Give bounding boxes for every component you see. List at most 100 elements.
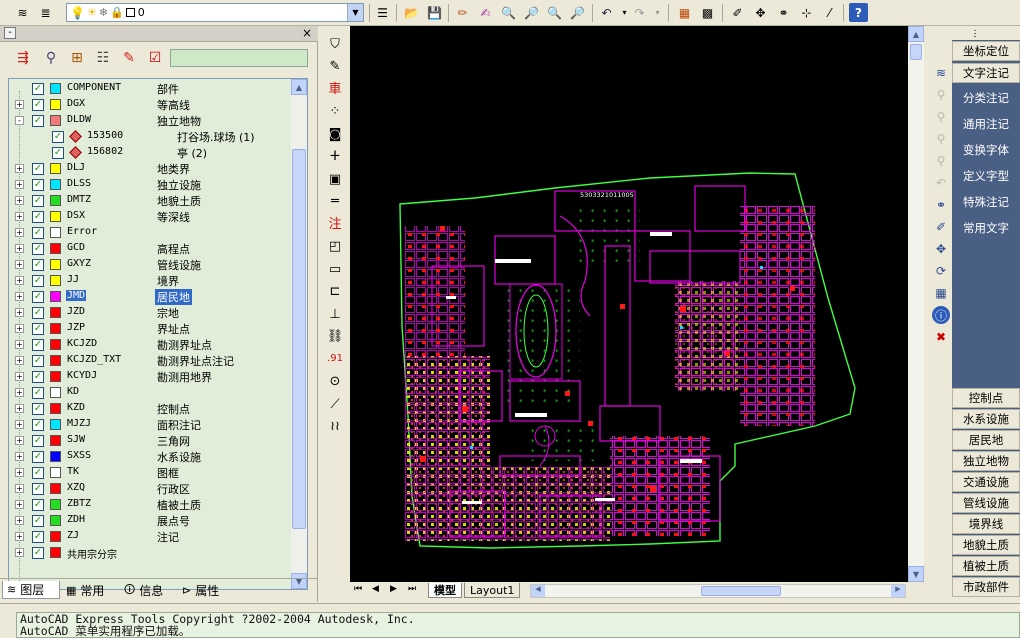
properties-icon[interactable]: ☰ [373, 3, 392, 22]
fence-icon[interactable]: ⊥ [325, 304, 345, 324]
image-icon[interactable]: ▣ [325, 169, 345, 189]
scroll-right-icon[interactable]: ▶ [891, 585, 905, 597]
save-icon[interactable]: 💾 [425, 3, 444, 22]
last-tab-icon[interactable]: ⏭ [408, 584, 416, 594]
zoom-window-icon[interactable]: 🔎 [522, 3, 541, 22]
feature-button-8[interactable]: 植被土质 [952, 556, 1020, 576]
layer-row[interactable]: + ✓ 共用宗分宗 [9, 545, 299, 561]
expand-icon[interactable]: + [15, 276, 24, 285]
layer-row[interactable]: + ✓ DGX 等高线 [9, 97, 299, 113]
layer-row[interactable]: + ✓ GXYZ 管线设施 [9, 257, 299, 273]
layer-row[interactable]: ✓ 153500 打谷场.球场 (1) [9, 129, 299, 145]
expand-icon[interactable]: + [15, 436, 24, 445]
layer-row[interactable]: + ✓ GCD 高程点 [9, 241, 299, 257]
expand-icon[interactable]: + [15, 532, 24, 541]
layer-row[interactable]: + ✓ DSX 等深线 [9, 209, 299, 225]
brush-icon[interactable]: ✍ [476, 3, 495, 22]
layer-visibility-checkbox[interactable]: ✓ [32, 435, 44, 447]
zoom-icon[interactable]: ⚲ [932, 86, 950, 104]
table-icon[interactable]: ▦ [675, 3, 694, 22]
table-icon[interactable]: ▦ [932, 284, 950, 302]
layer-row[interactable]: + ✓ ZJ 注记 [9, 529, 299, 545]
annotation-icon[interactable]: 注 [325, 214, 345, 234]
chevron-down-icon[interactable]: ▼ [347, 4, 363, 21]
elevation-icon[interactable]: .91 [325, 349, 345, 369]
expand-icon[interactable]: + [15, 500, 24, 509]
layer-visibility-checkbox[interactable]: ✓ [32, 419, 44, 431]
layer-visibility-checkbox[interactable]: ✓ [32, 243, 44, 255]
annotation-button-7[interactable]: 常用文字 [952, 218, 1020, 238]
edit-icon[interactable]: ✐ [728, 3, 747, 22]
annotation-button-0[interactable]: 坐标定位 [952, 41, 1020, 61]
expand-icon[interactable]: + [15, 452, 24, 461]
open-icon[interactable]: 📂 [402, 3, 421, 22]
layer-visibility-checkbox[interactable]: ✓ [32, 371, 44, 383]
bridge-icon[interactable]: ⛓ [325, 327, 345, 347]
expand-icon[interactable]: + [15, 516, 24, 525]
info-icon[interactable]: ⓘ [932, 306, 950, 324]
layer-visibility-checkbox[interactable]: ✓ [32, 83, 44, 95]
zoom-icon[interactable]: ⚲ [932, 152, 950, 170]
layer-row[interactable]: + ✓ DLSS 独立设施 [9, 177, 299, 193]
zoom-extents-icon[interactable]: 🔎 [568, 3, 587, 22]
scroll-up-icon[interactable]: ▲ [291, 79, 307, 95]
camera-icon[interactable]: ◙ [325, 124, 345, 144]
tree-scrollbar[interactable]: ▲ ▼ [291, 79, 307, 589]
feature-button-2[interactable]: 居民地 [952, 430, 1020, 450]
rectangle-icon[interactable]: ▭ [325, 259, 345, 279]
layers-icon[interactable]: ≋ [932, 64, 950, 82]
layer-visibility-checkbox[interactable]: ✓ [32, 275, 44, 287]
feature-button-6[interactable]: 境界线 [952, 514, 1020, 534]
calculator-icon[interactable]: ▩ [698, 3, 717, 22]
expand-icon[interactable]: + [15, 548, 24, 557]
feature-button-1[interactable]: 水系设施 [952, 409, 1020, 429]
expand-icon[interactable]: + [15, 228, 24, 237]
expand-icon[interactable]: + [15, 196, 24, 205]
survey-icon[interactable]: ⛉ [325, 34, 345, 54]
expand-icon[interactable]: + [15, 244, 24, 253]
scroll-thumb[interactable] [910, 44, 922, 60]
layer-row[interactable]: ✓ COMPONENT 部件 [9, 81, 299, 97]
layer-row[interactable]: + ✓ KCJZD_TXT 勘测界址点注记 [9, 353, 299, 369]
minimize-button[interactable]: - [4, 27, 16, 39]
collapse-icon[interactable]: - [15, 116, 24, 125]
panel-tab-2[interactable]: 🛈 信息 [120, 581, 176, 599]
layer-import-icon[interactable]: ⇶ [12, 47, 34, 69]
edit-icon[interactable]: ✐ [932, 218, 950, 236]
zoom-icon[interactable]: ⚲ [932, 130, 950, 148]
layer-row[interactable]: + ✓ JZP 界址点 [9, 321, 299, 337]
layer-row[interactable]: + ✓ DMTZ 地貌土质 [9, 193, 299, 209]
layer-visibility-checkbox[interactable]: ✓ [32, 531, 44, 543]
layer-row[interactable]: + ✓ TK 图框 [9, 465, 299, 481]
layer-visibility-checkbox[interactable]: ✓ [32, 403, 44, 415]
layer-visibility-checkbox[interactable]: ✓ [32, 451, 44, 463]
undo-icon[interactable]: ↶ [932, 174, 950, 192]
drawing-canvas[interactable]: * [350, 26, 908, 582]
expand-icon[interactable]: + [15, 372, 24, 381]
layer-row[interactable]: + ✓ KD [9, 385, 299, 401]
expand-icon[interactable]: + [15, 180, 24, 189]
expand-icon[interactable]: + [15, 468, 24, 477]
marker-icon[interactable]: ✎ [325, 57, 345, 77]
layer-dropdown[interactable]: 💡 ☀ ❄ 🔒 0 ▼ [66, 3, 364, 22]
expand-icon[interactable]: + [15, 420, 24, 429]
layer-visibility-checkbox[interactable]: ✓ [32, 227, 44, 239]
layer-visibility-checkbox[interactable]: ✓ [32, 499, 44, 511]
layout-tab-1[interactable]: Layout1 [464, 583, 521, 598]
corner-icon[interactable]: ◰ [325, 237, 345, 257]
feature-button-3[interactable]: 独立地物 [952, 451, 1020, 471]
layer-visibility-checkbox[interactable]: ✓ [52, 131, 64, 143]
expand-icon[interactable]: + [15, 212, 24, 221]
layer-row[interactable]: + ✓ ZDH 展点号 [9, 513, 299, 529]
canvas-hscrollbar[interactable]: ◀ ▶ [530, 584, 906, 598]
layer-visibility-checkbox[interactable]: ✓ [32, 163, 44, 175]
scroll-down-icon[interactable]: ▼ [908, 566, 924, 582]
node-icon[interactable]: ⚭ [932, 196, 950, 214]
feature-button-5[interactable]: 管线设施 [952, 493, 1020, 513]
layer-row[interactable]: - ✓ DLDW 独立地物 [9, 113, 299, 129]
zoom-previous-icon[interactable]: 🔍 [545, 3, 564, 22]
layer-row[interactable]: ✓ 156802 亭 (2) [9, 145, 299, 161]
layer-row[interactable]: + ✓ DLJ 地类界 [9, 161, 299, 177]
scroll-left-icon[interactable]: ◀ [531, 585, 545, 597]
expand-icon[interactable]: + [15, 484, 24, 493]
